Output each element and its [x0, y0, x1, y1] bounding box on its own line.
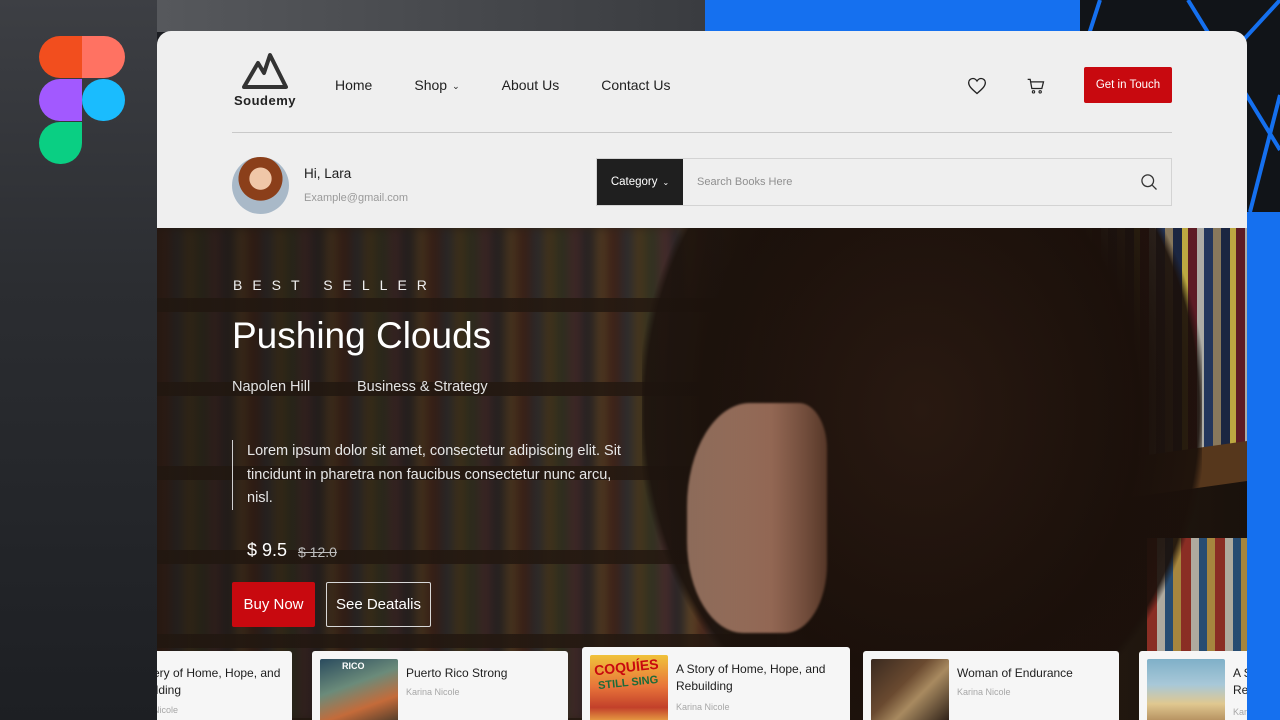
nav-link-label: Home	[335, 77, 373, 93]
top-navigation: Soudemy Home Shop ⌄ About Us Contact Us …	[157, 31, 1247, 133]
hero-old-price: $ 12.0	[298, 544, 337, 560]
search-bar: Category ⌄	[596, 158, 1172, 206]
hero-description: Lorem ipsum dolor sit amet, consectetur …	[247, 443, 621, 506]
book-title: A S Re	[1233, 666, 1247, 697]
book-author: Karina Nicole	[406, 687, 460, 697]
user-greeting: Hi, Lara	[304, 166, 352, 181]
nav-link-contact[interactable]: Contact Us	[601, 77, 670, 93]
hero-category: Business & Strategy	[357, 379, 488, 395]
cart-icon[interactable]	[1026, 76, 1046, 96]
book-card[interactable]: RICO Puerto Rico Strong Karina Nicole	[312, 651, 568, 720]
nav-link-home[interactable]: Home	[335, 77, 372, 93]
app-window: Soudemy Home Shop ⌄ About Us Contact Us …	[157, 31, 1247, 720]
book-card[interactable]: ery of Home, Hope, and ilding Nicole	[157, 651, 292, 720]
buy-now-button[interactable]: Buy Now	[232, 582, 315, 627]
hero-price: $ 9.5	[247, 540, 288, 560]
book-title: Puerto Rico Strong	[406, 666, 508, 680]
chevron-down-icon: ⌄	[452, 81, 460, 91]
nav-links: Home Shop ⌄ About Us Contact Us	[335, 77, 712, 93]
chevron-down-icon: ⌄	[662, 177, 670, 187]
nav-link-about[interactable]: About Us	[502, 77, 560, 93]
hero-banner: BEST SELLER Pushing Clouds Napolen Hill …	[157, 228, 1247, 720]
category-label: Category	[610, 176, 658, 188]
hero-author: Napolen Hill	[232, 379, 311, 395]
see-details-button[interactable]: See Deatalis	[326, 582, 431, 627]
book-card[interactable]: COQUÍES STILL SING A Story of Home, Hope…	[582, 647, 850, 720]
brand-logo[interactable]: Soudemy	[232, 51, 298, 108]
book-title: Woman of Endurance	[957, 666, 1073, 680]
search-icon[interactable]	[1127, 159, 1171, 205]
book-cover-image: RICO	[320, 659, 398, 720]
book-cover-image	[871, 659, 949, 720]
book-author: Nicole	[157, 705, 179, 715]
brand-name: Soudemy	[233, 93, 296, 108]
book-author: Karina Nicole	[676, 702, 730, 712]
avatar[interactable]	[232, 157, 289, 214]
figma-logo-icon	[39, 36, 125, 164]
user-email: Example@gmail.com	[304, 192, 409, 204]
hero-eyebrow: BEST SELLER	[233, 277, 437, 293]
heart-icon[interactable]	[967, 76, 987, 96]
book-card[interactable]: A S Re Kar	[1139, 651, 1247, 720]
desktop-background-strip	[1247, 212, 1280, 720]
hero-title: Pushing Clouds	[232, 315, 492, 356]
book-cover-image: COQUÍES STILL SING	[590, 655, 668, 720]
description-accent-bar	[232, 440, 233, 510]
book-author: Karina Nicole	[957, 687, 1011, 697]
nav-link-label: Shop	[414, 77, 448, 93]
category-dropdown[interactable]: Category ⌄	[597, 159, 683, 205]
get-in-touch-button[interactable]: Get in Touch	[1084, 67, 1172, 103]
nav-link-label: Contact Us	[601, 77, 671, 93]
book-title: ery of Home, Hope, and ilding	[157, 666, 281, 697]
book-card[interactable]: Woman of Endurance Karina Nicole	[863, 651, 1119, 720]
desktop-background-top	[157, 0, 705, 32]
user-search-bar: Hi, Lara Example@gmail.com Category ⌄	[157, 133, 1247, 228]
book-cover-image	[1147, 659, 1225, 720]
book-title: A Story of Home, Hope, and Rebuilding	[676, 662, 826, 693]
book-author: Kar	[1233, 707, 1247, 717]
nav-link-label: About Us	[501, 77, 560, 93]
mountain-logo-icon	[242, 53, 288, 89]
nav-link-shop[interactable]: Shop ⌄	[414, 77, 459, 93]
search-input[interactable]	[683, 159, 1127, 205]
